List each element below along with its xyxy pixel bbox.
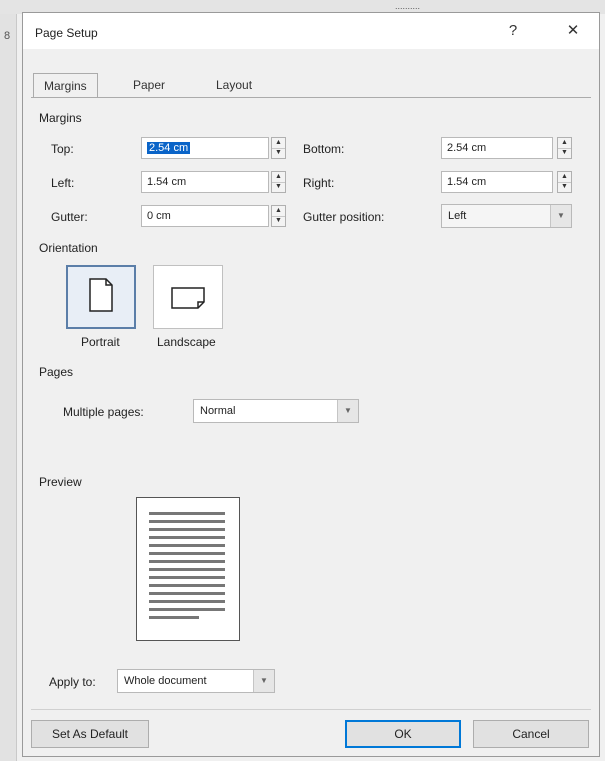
preview-line [149, 576, 225, 579]
preview-page [136, 497, 240, 641]
multiple-pages-value: Normal [200, 405, 236, 417]
gutter-position-label: Gutter position: [303, 210, 385, 224]
right-margin-value: 1.54 cm [447, 176, 487, 188]
preview-line [149, 592, 225, 595]
set-as-default-label: Set As Default [51, 727, 129, 741]
portrait-button[interactable] [66, 265, 136, 329]
left-margin-spinner[interactable]: ▲ ▼ [271, 171, 286, 193]
top-margin-input[interactable]: 2.54 cm [141, 137, 269, 159]
spin-down-icon[interactable]: ▼ [558, 182, 571, 192]
left-margin-value: 1.54 cm [147, 176, 187, 188]
spin-down-icon[interactable]: ▼ [272, 182, 285, 192]
multiple-pages-select[interactable]: Normal ▼ [193, 399, 359, 423]
set-as-default-button[interactable]: Set As Default [31, 720, 149, 748]
preview-line [149, 600, 225, 603]
spin-down-icon[interactable]: ▼ [272, 216, 285, 226]
tab-paper-label: Paper [133, 78, 166, 92]
gutter-label: Gutter: [51, 210, 88, 224]
close-button[interactable]: ✕ [553, 17, 593, 45]
preview-line [149, 528, 225, 531]
preview-line [149, 544, 225, 547]
preview-group-label: Preview [39, 475, 82, 489]
preview-line [149, 616, 199, 619]
tab-paper[interactable]: Paper [123, 73, 175, 97]
cancel-label: Cancel [512, 727, 550, 741]
bottom-label: Bottom: [303, 142, 345, 156]
landscape-button[interactable] [153, 265, 223, 329]
left-label: Left: [51, 176, 75, 190]
right-margin-spinner[interactable]: ▲ ▼ [557, 171, 572, 193]
cancel-button[interactable]: Cancel [473, 720, 589, 748]
right-margin-input[interactable]: 1.54 cm [441, 171, 553, 193]
orientation-group-label: Orientation [39, 241, 98, 255]
preview-line [149, 552, 225, 555]
top-margin-spinner[interactable]: ▲ ▼ [271, 137, 286, 159]
tab-panel-border [31, 97, 591, 98]
background-ruler: 8 [0, 14, 17, 761]
top-margin-value: 2.54 cm [147, 142, 191, 154]
portrait-page-icon [89, 278, 113, 312]
chevron-down-icon[interactable]: ▼ [253, 670, 274, 692]
tab-layout-label: Layout [216, 78, 253, 92]
background-doc-text: .......... [395, 1, 421, 11]
preview-line [149, 568, 225, 571]
spin-down-icon[interactable]: ▼ [558, 148, 571, 158]
gutter-value: 0 cm [147, 210, 171, 222]
tab-layout[interactable]: Layout [206, 73, 262, 97]
preview-line [149, 608, 225, 611]
dialog-title: Page Setup [35, 26, 98, 40]
footer-divider [31, 709, 591, 710]
left-margin-input[interactable]: 1.54 cm [141, 171, 269, 193]
portrait-label: Portrait [81, 335, 120, 349]
pages-group-label: Pages [39, 365, 74, 379]
right-label: Right: [303, 176, 335, 190]
page-setup-dialog: Page Setup ? ✕ Margins Paper Layout Marg… [22, 12, 600, 757]
ruler-number: 8 [4, 30, 11, 42]
preview-line [149, 584, 225, 587]
landscape-label: Landscape [157, 335, 216, 349]
landscape-page-icon [171, 287, 205, 309]
multiple-pages-label: Multiple pages: [63, 405, 144, 419]
help-button[interactable]: ? [493, 17, 533, 45]
bottom-margin-input[interactable]: 2.54 cm [441, 137, 553, 159]
preview-line [149, 536, 225, 539]
title-bar: Page Setup ? ✕ [23, 13, 599, 49]
top-label: Top: [51, 142, 74, 156]
preview-line [149, 520, 225, 523]
gutter-input[interactable]: 0 cm [141, 205, 269, 227]
apply-to-label: Apply to: [49, 675, 96, 689]
margins-group-label: Margins [39, 111, 82, 125]
preview-line [149, 512, 225, 515]
ok-button[interactable]: OK [345, 720, 461, 748]
ok-label: OK [394, 727, 412, 741]
gutter-spinner[interactable]: ▲ ▼ [271, 205, 286, 227]
preview-line [149, 560, 225, 563]
spin-down-icon[interactable]: ▼ [272, 148, 285, 158]
tab-margins[interactable]: Margins [33, 73, 98, 98]
chevron-down-icon[interactable]: ▼ [337, 400, 358, 422]
apply-to-value: Whole document [124, 675, 207, 687]
bottom-margin-spinner[interactable]: ▲ ▼ [557, 137, 572, 159]
bottom-margin-value: 2.54 cm [447, 142, 487, 154]
chevron-down-icon[interactable]: ▼ [550, 205, 571, 227]
gutter-position-select[interactable]: Left ▼ [441, 204, 572, 228]
tab-margins-label: Margins [44, 79, 87, 93]
apply-to-select[interactable]: Whole document ▼ [117, 669, 275, 693]
gutter-position-value: Left [448, 210, 467, 222]
